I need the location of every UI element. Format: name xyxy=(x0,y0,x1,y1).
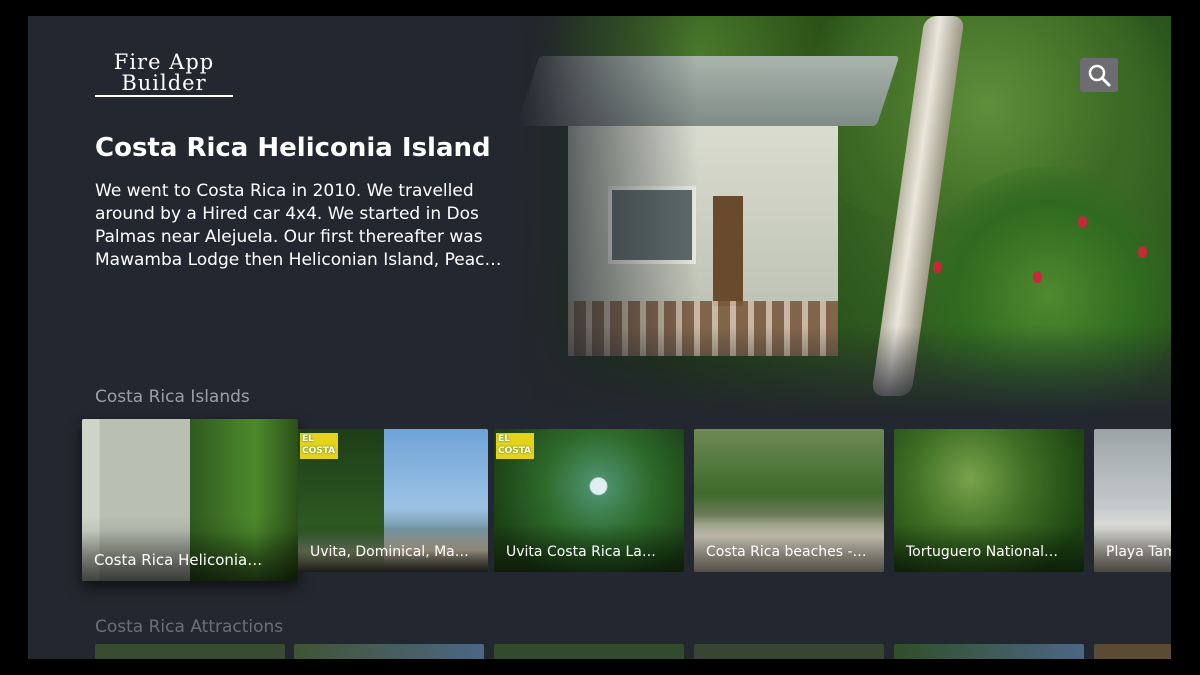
card-thumbnail xyxy=(1094,644,1171,659)
card-thumbnail xyxy=(894,644,1084,659)
card-thumbnail xyxy=(694,644,884,659)
content-card[interactable] xyxy=(294,644,484,659)
logo-underline xyxy=(95,95,233,97)
card-title: Uvita Costa Rica La… xyxy=(494,524,684,572)
channel-badge: EL COSTA xyxy=(496,433,534,459)
content-card[interactable]: Playa Tam xyxy=(1094,429,1171,572)
app-logo: Fire App Builder xyxy=(95,52,233,97)
hero-background-image xyxy=(518,16,1171,416)
content-card[interactable]: EL COSTA Uvita Costa Rica La… xyxy=(494,429,684,572)
card-thumbnail xyxy=(95,644,285,659)
row-title-attractions: Costa Rica Attractions xyxy=(95,617,284,637)
card-title: Uvita, Dominical, Manu… xyxy=(298,524,488,572)
card-title: Costa Rica Heliconia… xyxy=(82,531,298,581)
content-card[interactable] xyxy=(1094,644,1171,659)
content-row-attractions xyxy=(82,644,1171,659)
featured-title: Costa Rica Heliconia Island xyxy=(95,133,491,163)
content-row-islands: Costa Rica Heliconia… EL COSTA Uvita, Dom… xyxy=(82,419,1171,581)
card-title: Playa Tam xyxy=(1094,524,1171,572)
featured-description: We went to Costa Rica in 2010. We travel… xyxy=(95,181,502,270)
content-card[interactable]: Tortuguero National… xyxy=(894,429,1084,572)
logo-text-line2: Builder xyxy=(121,71,207,95)
card-title: Costa Rica beaches -… xyxy=(694,524,884,572)
search-icon xyxy=(1088,64,1111,87)
row-title-islands: Costa Rica Islands xyxy=(95,387,250,407)
content-card[interactable] xyxy=(494,644,684,659)
search-button[interactable] xyxy=(1080,58,1118,92)
content-card[interactable] xyxy=(894,644,1084,659)
content-card[interactable]: Costa Rica Heliconia… xyxy=(82,419,298,581)
content-card[interactable]: EL COSTA Uvita, Dominical, Manu… xyxy=(298,429,488,572)
card-title: Tortuguero National… xyxy=(894,524,1084,572)
content-card[interactable]: Costa Rica beaches -… xyxy=(694,429,884,572)
app-screen: Fire App Builder Costa Rica Heliconia Is… xyxy=(28,16,1171,659)
content-card[interactable] xyxy=(95,644,285,659)
card-thumbnail xyxy=(294,644,484,659)
content-card[interactable] xyxy=(694,644,884,659)
logo-text-line1: Fire App xyxy=(113,50,215,74)
card-thumbnail xyxy=(494,644,684,659)
channel-badge: EL COSTA xyxy=(300,433,338,459)
